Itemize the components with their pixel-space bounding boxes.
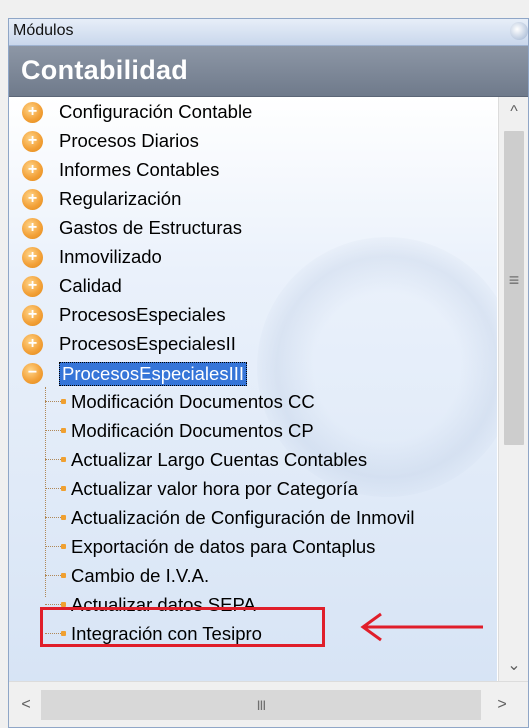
grip-icon: ≡ xyxy=(508,270,520,290)
tree-item-configuracion-contable[interactable]: + Configuración Contable xyxy=(9,97,497,126)
tree-leaf-icon xyxy=(45,544,66,549)
tree-leaf-icon xyxy=(45,428,66,433)
tree-item-procesos-especiales-ii[interactable]: + ProcesosEspecialesII xyxy=(9,329,497,358)
plus-icon[interactable]: + xyxy=(22,102,43,123)
tree-item-label: ProcesosEspecialesII xyxy=(59,333,236,354)
module-title: Contabilidad xyxy=(21,55,189,85)
tree-item-label: Procesos Diarios xyxy=(59,130,199,151)
tree-leaf-icon xyxy=(45,573,66,578)
vertical-scroll-thumb[interactable]: ≡ xyxy=(504,131,524,445)
plus-icon[interactable]: + xyxy=(22,131,43,152)
tree-child-actualizar-largo[interactable]: Actualizar Largo Cuentas Contables xyxy=(9,445,497,474)
pin-icon[interactable] xyxy=(510,22,528,40)
horizontal-scrollbar[interactable]: < III > xyxy=(9,681,528,727)
tree-leaf-icon xyxy=(45,399,66,404)
tree-child-modificacion-cc[interactable]: Modificación Documentos CC xyxy=(9,387,497,416)
tree-item-label: Configuración Contable xyxy=(59,101,253,122)
plus-icon[interactable]: + xyxy=(22,189,43,210)
tree-item-label: Exportación de datos para Contaplus xyxy=(71,536,376,557)
tree-item-label: Regularización xyxy=(59,188,182,209)
tree-item-label: Calidad xyxy=(59,275,122,296)
tree-child-modificacion-cp[interactable]: Modificación Documentos CP xyxy=(9,416,497,445)
panel-titlebar: Módulos xyxy=(9,19,528,46)
highlight-box xyxy=(40,607,325,647)
module-header: Contabilidad xyxy=(9,46,528,97)
tree-item-label: Actualizar valor hora por Categoría xyxy=(71,478,358,499)
horizontal-scroll-thumb[interactable]: III xyxy=(41,690,481,720)
tree-item-label: Informes Contables xyxy=(59,159,220,180)
scroll-down-icon[interactable]: ⌄ xyxy=(499,651,528,681)
vertical-scrollbar[interactable]: ^ ≡ ⌄ xyxy=(498,97,528,681)
scroll-up-icon[interactable]: ^ xyxy=(499,97,528,127)
tree-item-label: Gastos de Estructuras xyxy=(59,217,243,238)
module-tree: + Configuración Contable + Procesos Diar… xyxy=(9,97,497,681)
plus-icon[interactable]: + xyxy=(22,305,43,326)
tree-item-label: ProcesosEspeciales xyxy=(59,304,226,325)
tree-item-procesos-especiales[interactable]: + ProcesosEspeciales xyxy=(9,300,497,329)
grip-icon: III xyxy=(256,697,267,713)
tree-item-procesos-diarios[interactable]: + Procesos Diarios xyxy=(9,126,497,155)
tree-child-actualizacion-inmovil[interactable]: Actualización de Configuración de Inmovi… xyxy=(9,503,497,532)
tree-leaf-icon xyxy=(45,515,66,520)
panel-title: Módulos xyxy=(13,22,74,39)
tree-item-label: Actualizar Largo Cuentas Contables xyxy=(71,449,368,470)
scroll-left-icon[interactable]: < xyxy=(11,690,41,720)
tree-item-label: Modificación Documentos CC xyxy=(71,391,315,412)
tree-item-inmovilizado[interactable]: + Inmovilizado xyxy=(9,242,497,271)
tree-item-gastos-estructuras[interactable]: + Gastos de Estructuras xyxy=(9,213,497,242)
tree-leaf-icon xyxy=(45,486,66,491)
plus-icon[interactable]: + xyxy=(22,218,43,239)
tree-child-actualizar-valor-hora[interactable]: Actualizar valor hora por Categoría xyxy=(9,474,497,503)
tree-item-informes-contables[interactable]: + Informes Contables xyxy=(9,155,497,184)
plus-icon[interactable]: + xyxy=(22,247,43,268)
tree-child-exportacion-contaplus[interactable]: Exportación de datos para Contaplus xyxy=(9,532,497,561)
tree-child-cambio-iva[interactable]: Cambio de I.V.A. xyxy=(9,561,497,590)
scroll-right-icon[interactable]: > xyxy=(487,690,517,720)
tree-item-label: Actualización de Configuración de Inmovi… xyxy=(71,507,415,528)
tree-item-procesos-especiales-iii[interactable]: − ProcesosEspecialesIII xyxy=(9,358,497,387)
plus-icon[interactable]: + xyxy=(22,160,43,181)
tree-item-label: Inmovilizado xyxy=(59,246,162,267)
tree-item-calidad[interactable]: + Calidad xyxy=(9,271,497,300)
tree-item-label-selected: ProcesosEspecialesIII xyxy=(59,362,248,386)
tree-leaf-icon xyxy=(45,457,66,462)
annotation-arrow-icon xyxy=(360,612,483,642)
plus-icon[interactable]: + xyxy=(22,334,43,355)
plus-icon[interactable]: + xyxy=(22,276,43,297)
tree-item-label: Cambio de I.V.A. xyxy=(71,565,210,586)
tree-item-regularizacion[interactable]: + Regularización xyxy=(9,184,497,213)
minus-icon[interactable]: − xyxy=(22,363,43,384)
tree-item-label: Modificación Documentos CP xyxy=(71,420,314,441)
